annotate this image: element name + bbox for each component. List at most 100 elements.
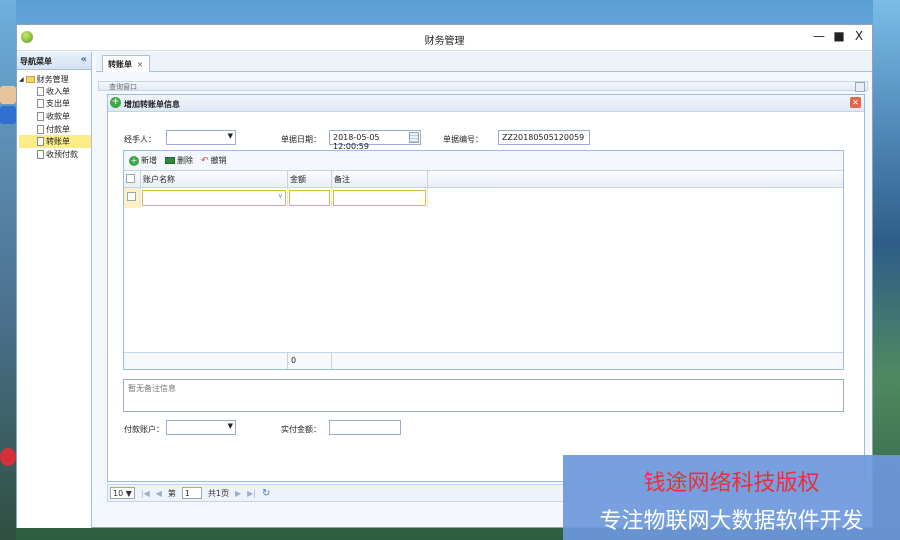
sidebar-item-label: 收预付款 xyxy=(46,149,78,159)
last-page-icon[interactable]: ▶| xyxy=(247,489,256,498)
number-field[interactable]: ZZ20180505120059 xyxy=(498,130,590,145)
expand-triangle-icon[interactable]: ◢ xyxy=(19,76,24,83)
document-icon xyxy=(37,137,44,147)
tab-label: 转账单 xyxy=(108,60,132,69)
sidebar-title: 导航菜单 xyxy=(20,57,52,66)
column-header-remark[interactable]: 备注 xyxy=(332,171,428,187)
dropdown-arrow-icon[interactable]: ▼ xyxy=(228,422,233,430)
collapse-icon[interactable]: « xyxy=(81,54,87,65)
handler-label: 经手人： xyxy=(124,135,156,144)
grid-header-row: 账户名称 金额 备注 xyxy=(124,171,843,188)
maximize-button[interactable]: ■ xyxy=(832,29,846,43)
dialog-title: 增加转账单信息 xyxy=(124,100,180,109)
dialog-header: + 增加转账单信息 ✕ xyxy=(108,95,864,112)
desktop-left-edge xyxy=(0,0,16,540)
sidebar-item-transfer[interactable]: 转账单 xyxy=(19,135,91,148)
add-row-label: 新增 xyxy=(141,156,157,165)
page-size-value: 10 xyxy=(113,489,124,498)
pay-account-label: 付款账户： xyxy=(124,425,164,434)
amount-cell[interactable] xyxy=(288,188,332,208)
paid-amount-label: 实付金额： xyxy=(281,425,321,434)
handler-select[interactable]: ▼ xyxy=(166,130,236,145)
query-panel-label: 查询窗口 xyxy=(109,83,137,91)
folder-icon xyxy=(25,75,35,83)
remark-input[interactable] xyxy=(333,190,426,206)
grid-footer-row: 0 xyxy=(124,352,843,369)
dialog-close-button[interactable]: ✕ xyxy=(850,97,861,108)
date-field[interactable]: 2018-05-05 12:00:59 xyxy=(329,130,421,151)
calendar-icon[interactable] xyxy=(409,132,419,143)
detail-grid: + 新增 删除 ↶ 撤销 账户名称 金额 备注 ∨ 0 xyxy=(123,150,844,370)
grid-toolbar: + 新增 删除 ↶ 撤销 xyxy=(124,151,843,171)
first-page-icon[interactable]: |◀ xyxy=(141,489,150,498)
sidebar-item-label: 收款单 xyxy=(46,111,70,121)
date-value: 2018-05-05 12:00:59 xyxy=(333,133,380,151)
nav-tree: ◢ 财务管理 收入单 支出单 收款单 付款单 转账单 收预付款 xyxy=(17,70,91,161)
page-number-input[interactable]: 1 xyxy=(181,487,202,499)
sidebar-item-payment[interactable]: 付款单 xyxy=(19,123,91,136)
add-row-button[interactable]: + 新增 xyxy=(129,155,157,166)
document-icon xyxy=(37,111,44,121)
close-button[interactable]: X xyxy=(852,29,866,43)
window-title: 财务管理 xyxy=(424,36,465,47)
account-cell[interactable]: ∨ xyxy=(141,188,288,208)
column-header-account[interactable]: 账户名称 xyxy=(141,171,288,187)
delete-row-button[interactable]: 删除 xyxy=(165,155,193,166)
paid-amount-input[interactable] xyxy=(329,420,401,435)
title-bar: 财务管理 — ■ X xyxy=(17,25,872,51)
document-icon xyxy=(37,149,44,159)
number-value: ZZ20180505120059 xyxy=(502,133,585,142)
add-icon: + xyxy=(129,155,139,166)
row-checkbox[interactable] xyxy=(124,188,141,208)
pay-account-select[interactable]: ▼ xyxy=(166,420,236,435)
undo-button[interactable]: ↶ 撤销 xyxy=(201,155,227,166)
footer-amount-total: 0 xyxy=(288,353,332,369)
document-icon xyxy=(37,86,44,96)
select-all-checkbox[interactable] xyxy=(124,171,141,187)
sidebar-item-income[interactable]: 收入单 xyxy=(19,85,91,98)
nav-sidebar: 导航菜单 « ◢ 财务管理 收入单 支出单 收款单 付款单 转账单 收预付款 xyxy=(17,52,92,528)
dropdown-arrow-icon[interactable]: ▼ xyxy=(228,132,233,140)
desktop-user-icon[interactable] xyxy=(0,86,16,104)
remark-textarea[interactable]: 暂无备注信息 xyxy=(123,379,844,412)
sidebar-header: 导航菜单 « xyxy=(17,52,91,70)
app-window: 财务管理 — ■ X 导航菜单 « ◢ 财务管理 收入单 支出单 收款单 付款单… xyxy=(16,24,873,528)
sidebar-item-advance[interactable]: 收预付款 xyxy=(19,148,91,161)
dropdown-arrow-icon[interactable]: ∨ xyxy=(278,192,283,200)
amount-input[interactable] xyxy=(289,190,330,206)
sidebar-item-label: 付款单 xyxy=(46,124,70,134)
sidebar-item-receipt[interactable]: 收款单 xyxy=(19,110,91,123)
query-panel-header[interactable]: 查询窗口 xyxy=(98,81,868,92)
column-header-amount[interactable]: 金额 xyxy=(288,171,332,187)
desktop-info-icon[interactable] xyxy=(0,106,16,124)
sidebar-item-expense[interactable]: 支出单 xyxy=(19,98,91,111)
page-total: 共1页 xyxy=(207,488,229,498)
number-label: 单据编号： xyxy=(443,135,483,144)
document-icon xyxy=(37,99,44,109)
refresh-icon[interactable]: ↻ xyxy=(262,488,270,499)
tab-transfer[interactable]: 转账单 × xyxy=(102,55,150,72)
tree-root-label: 财务管理 xyxy=(36,74,69,84)
tree-root-finance[interactable]: ◢ 财务管理 xyxy=(19,73,91,85)
tab-bar: 转账单 × xyxy=(96,52,872,72)
document-icon xyxy=(37,124,44,134)
delete-icon xyxy=(165,157,175,164)
next-page-icon[interactable]: ▶ xyxy=(235,489,241,498)
date-label: 单据日期： xyxy=(281,135,321,144)
watermark-line-2: 专注物联网大数据软件开发 xyxy=(599,509,864,534)
footer-spacer xyxy=(124,353,288,369)
page-size-select[interactable]: 10 ▼ xyxy=(110,487,135,499)
add-transfer-dialog: + 增加转账单信息 ✕ 经手人： ▼ 单据日期： 2018-05-05 12:0… xyxy=(107,94,865,482)
prev-page-icon[interactable]: ◀ xyxy=(156,489,162,498)
undo-icon: ↶ xyxy=(201,155,209,166)
minimize-button[interactable]: — xyxy=(812,29,826,43)
undo-label: 撤销 xyxy=(210,156,227,165)
table-row[interactable]: ∨ xyxy=(124,188,843,208)
remark-cell[interactable] xyxy=(332,188,428,208)
desktop-power-icon[interactable] xyxy=(0,448,16,466)
tab-close-icon[interactable]: × xyxy=(137,60,144,69)
add-icon: + xyxy=(110,97,121,108)
sidebar-item-label: 收入单 xyxy=(46,86,70,96)
page-prefix: 第 xyxy=(167,488,176,498)
account-select[interactable]: ∨ xyxy=(142,190,286,206)
